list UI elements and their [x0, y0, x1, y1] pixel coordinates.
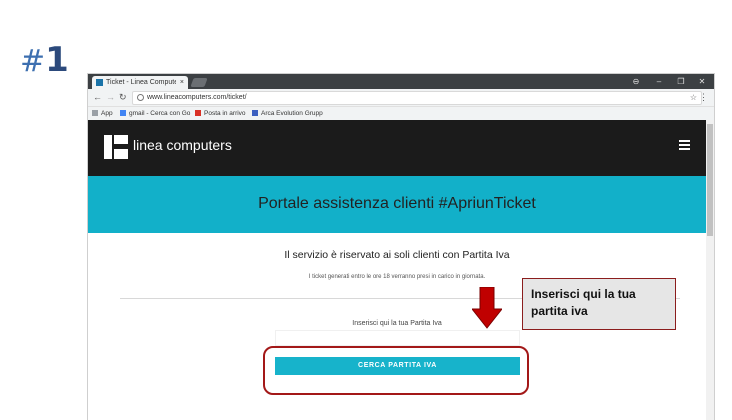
down-arrow-icon [472, 287, 502, 329]
bookmark-label: Arca Evolution Grupp [261, 110, 323, 117]
maximize-icon[interactable]: ❐ [671, 74, 691, 89]
step-number: #1 [20, 40, 69, 80]
gmail-icon [195, 110, 201, 117]
tab-title: Ticket - Linea Computers [106, 79, 176, 86]
linea-logo-icon[interactable] [104, 135, 128, 159]
browser-menu-icon[interactable]: ⋮ [699, 89, 708, 106]
page-scrollbar[interactable] [706, 120, 714, 420]
tab-close-icon[interactable]: × [180, 76, 184, 89]
favicon-icon [96, 79, 103, 86]
logo-text[interactable]: linea computers [133, 137, 232, 153]
reload-icon[interactable]: ↻ [119, 89, 127, 106]
google-icon [120, 110, 126, 117]
step-hash: # [20, 44, 45, 79]
bookmark-label: App [101, 110, 113, 117]
bookmark-label: gmail - Cerca con Go [129, 110, 191, 117]
bookmark-star-icon[interactable]: ☆ [690, 92, 697, 104]
hero-banner: Portale assistenza clienti #ApriunTicket [88, 176, 706, 233]
instruction-callout: Inserisci qui la tua partita iva [522, 278, 676, 330]
arca-icon [252, 110, 258, 117]
forward-icon[interactable]: → [106, 89, 115, 106]
minimize-icon[interactable]: – [649, 74, 669, 89]
close-window-icon[interactable]: ✕ [692, 74, 712, 89]
browser-tab[interactable]: Ticket - Linea Computers × [92, 76, 188, 89]
profile-icon[interactable]: ⊖ [626, 74, 646, 89]
bookmark-apps[interactable]: App [92, 107, 113, 120]
service-title: Il servizio è riservato ai soli clienti … [284, 249, 510, 261]
browser-titlebar: Ticket - Linea Computers × ⊖ – ❐ ✕ [88, 74, 714, 89]
hero-title: Portale assistenza clienti #ApriunTicket [258, 195, 536, 212]
site-header: linea computers [88, 120, 706, 176]
back-icon[interactable]: ← [93, 89, 102, 106]
url-text: www.lineacomputers.com/ticket/ [147, 94, 247, 101]
button-highlight-ring [263, 346, 529, 395]
step-digit: 1 [45, 40, 69, 80]
apps-grid-icon [92, 110, 98, 117]
bookmark-inbox[interactable]: Posta in arrivo [195, 107, 246, 120]
hamburger-menu-icon[interactable] [679, 140, 690, 152]
bookmarks-bar: App gmail - Cerca con Go Posta in arrivo… [88, 107, 714, 121]
new-tab-button[interactable] [190, 78, 208, 87]
bookmark-label: Posta in arrivo [204, 110, 246, 117]
url-field[interactable]: www.lineacomputers.com/ticket/ ☆ [132, 91, 702, 105]
bookmark-gmail-search[interactable]: gmail - Cerca con Go [120, 107, 190, 120]
bookmark-arca[interactable]: Arca Evolution Grupp [252, 107, 323, 120]
vat-number-input[interactable] [275, 330, 520, 346]
address-bar: ← → ↻ www.lineacomputers.com/ticket/ ☆ ⋮ [88, 89, 714, 107]
info-icon [137, 93, 144, 101]
scrollbar-thumb[interactable] [707, 124, 713, 236]
